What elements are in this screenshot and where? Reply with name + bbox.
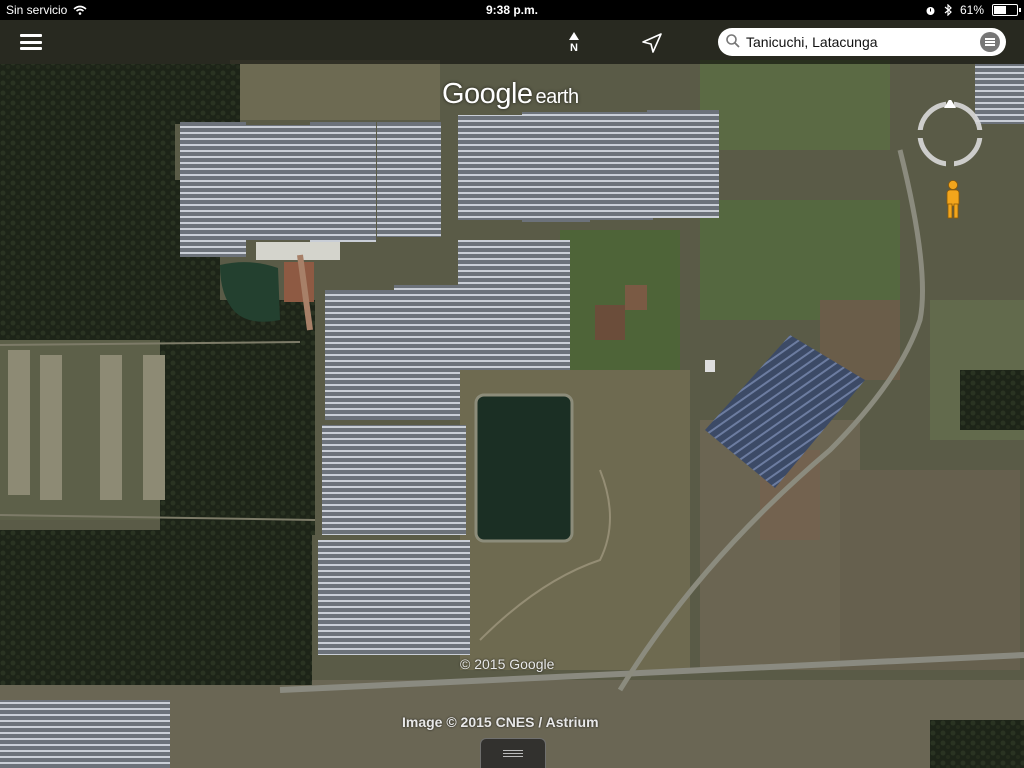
search-box[interactable] bbox=[718, 28, 1006, 56]
satellite-map[interactable] bbox=[0, 0, 1024, 768]
alarm-icon bbox=[926, 6, 935, 15]
imagery-attribution: Image © 2015 CNES / Astrium bbox=[402, 714, 599, 730]
bluetooth-icon bbox=[944, 4, 952, 16]
compass-icon[interactable] bbox=[916, 100, 984, 168]
street-view-pegman-icon[interactable] bbox=[944, 180, 962, 220]
options-icon[interactable] bbox=[980, 32, 1000, 52]
north-button[interactable]: N bbox=[563, 28, 585, 58]
north-arrow-icon bbox=[569, 32, 579, 40]
battery-icon bbox=[992, 4, 1021, 16]
search-input[interactable] bbox=[746, 31, 966, 53]
map-viewport[interactable]: Sin servicio 9:38 p.m. 61% N Tanicuchi, … bbox=[0, 0, 1024, 768]
battery-percent: 61% bbox=[959, 3, 984, 17]
location-arrow-icon[interactable] bbox=[640, 32, 664, 54]
top-toolbar: N bbox=[0, 20, 1024, 64]
logo-earth: earth bbox=[535, 86, 580, 108]
status-bar: Sin servicio 9:38 p.m. 61% bbox=[0, 0, 1024, 20]
map-copyright: © 2015 Google bbox=[460, 656, 555, 672]
clock: 9:38 p.m. bbox=[485, 3, 539, 17]
north-label: N bbox=[570, 42, 578, 54]
menu-icon[interactable] bbox=[20, 34, 42, 50]
search-icon bbox=[726, 34, 740, 48]
bottom-drawer-handle[interactable] bbox=[480, 738, 546, 768]
google-earth-logo: Google earth bbox=[442, 78, 579, 111]
logo-google: Google bbox=[442, 78, 533, 110]
